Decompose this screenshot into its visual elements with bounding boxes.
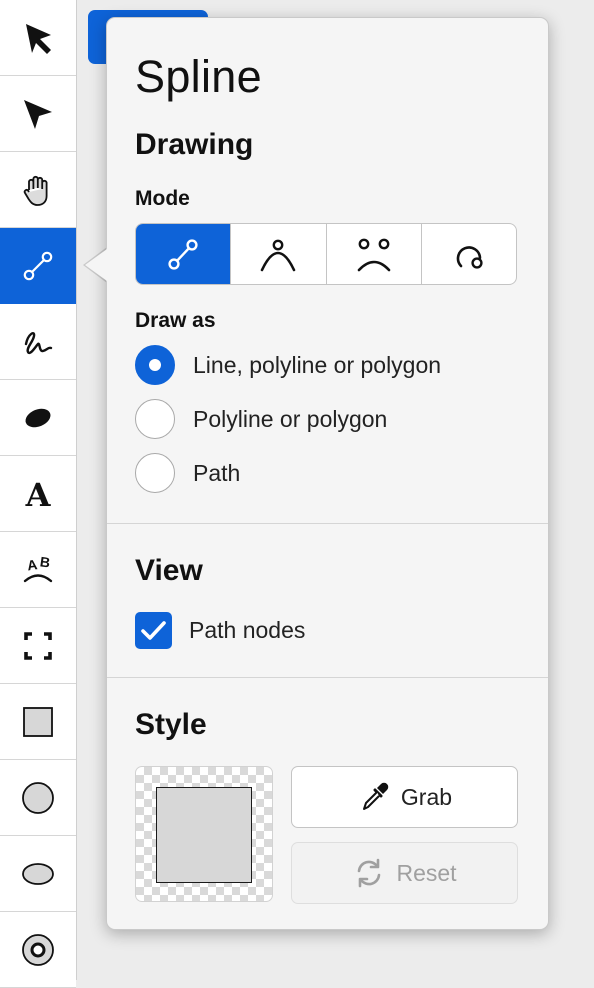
spline-icon <box>23 251 53 280</box>
mode-arc-button[interactable] <box>231 224 327 284</box>
text-on-path-tool[interactable]: AB <box>0 532 76 608</box>
rectangle-tool[interactable] <box>0 684 76 760</box>
ring-icon <box>22 933 54 966</box>
text-tool[interactable]: A <box>0 456 76 532</box>
style-heading: Style <box>135 708 207 741</box>
section-divider <box>107 677 548 678</box>
popover-pointer-fill <box>85 249 107 281</box>
freehand-tool[interactable] <box>0 304 76 380</box>
crop-frame-icon <box>24 631 52 660</box>
text-icon: A <box>25 476 52 514</box>
tool-palette: A AB <box>0 0 77 988</box>
fill-color-preview <box>156 787 252 883</box>
radio-indicator[interactable] <box>135 399 175 439</box>
crop-tool[interactable] <box>0 608 76 684</box>
svg-text:B: B <box>39 553 51 570</box>
mode-curve-button[interactable] <box>327 224 422 284</box>
mode-spline-button[interactable] <box>136 224 232 284</box>
draw-as-option-path[interactable]: Path <box>135 452 240 494</box>
svg-text:A: A <box>26 556 38 573</box>
loop-mode-icon <box>456 246 483 269</box>
radio-selected-indicator[interactable] <box>135 345 175 385</box>
eyedropper-icon <box>362 782 389 810</box>
brush-tool[interactable] <box>0 380 76 456</box>
mode-label: Mode <box>135 187 190 210</box>
draw-as-option-polyline[interactable]: Polyline or polygon <box>135 398 387 440</box>
drawing-heading: Drawing <box>135 128 254 161</box>
checkbox-checked[interactable] <box>135 611 172 649</box>
path-nodes-checkbox[interactable]: Path nodes <box>135 610 305 650</box>
text-path-icon: AB <box>23 553 53 582</box>
rectangle-icon <box>23 706 53 737</box>
spline-tool[interactable] <box>0 228 76 304</box>
view-heading: View <box>135 554 203 587</box>
mode-loop-button[interactable] <box>422 224 516 284</box>
draw-as-label: Draw as <box>135 309 216 332</box>
selector-tool[interactable] <box>0 0 76 76</box>
refresh-icon <box>358 858 381 888</box>
pan-tool[interactable] <box>0 152 76 228</box>
ring-tool[interactable] <box>0 912 76 988</box>
svg-text:A: A <box>25 476 52 514</box>
draw-as-option-label: Path <box>193 459 241 486</box>
circle-tool[interactable] <box>0 760 76 836</box>
hand-icon <box>23 175 48 206</box>
radio-indicator[interactable] <box>135 453 175 493</box>
checkmark-icon <box>141 620 166 640</box>
arrow-select-icon <box>26 23 51 54</box>
ellipse-icon <box>22 862 54 885</box>
node-tool[interactable] <box>0 76 76 152</box>
draw-as-option-label: Polyline or polygon <box>193 405 388 432</box>
draw-as-option-label: Line, polyline or polygon <box>193 351 442 378</box>
curve-mode-icon <box>357 238 390 272</box>
node-arrow-icon <box>24 99 52 129</box>
reset-button[interactable]: Reset <box>291 842 518 904</box>
section-divider <box>107 523 548 524</box>
spline-tool-popover: Spline Drawing Mode Draw as Line, polyli… <box>106 17 549 930</box>
arc-mode-icon <box>261 239 296 272</box>
brush-blob-icon <box>25 408 51 427</box>
ellipse-tool[interactable] <box>0 836 76 912</box>
draw-as-option-line[interactable]: Line, polyline or polygon <box>135 344 441 386</box>
panel-title: Spline <box>135 51 262 102</box>
mode-segmented-control <box>135 223 517 285</box>
style-swatch[interactable] <box>135 766 273 902</box>
freehand-icon <box>24 331 53 354</box>
reset-button-label: Reset <box>396 859 457 886</box>
path-nodes-label: Path nodes <box>189 616 306 643</box>
circle-icon <box>22 781 54 814</box>
spline-mode-icon <box>168 239 198 270</box>
grab-button[interactable]: Grab <box>291 766 518 828</box>
grab-button-label: Grab <box>400 783 453 810</box>
